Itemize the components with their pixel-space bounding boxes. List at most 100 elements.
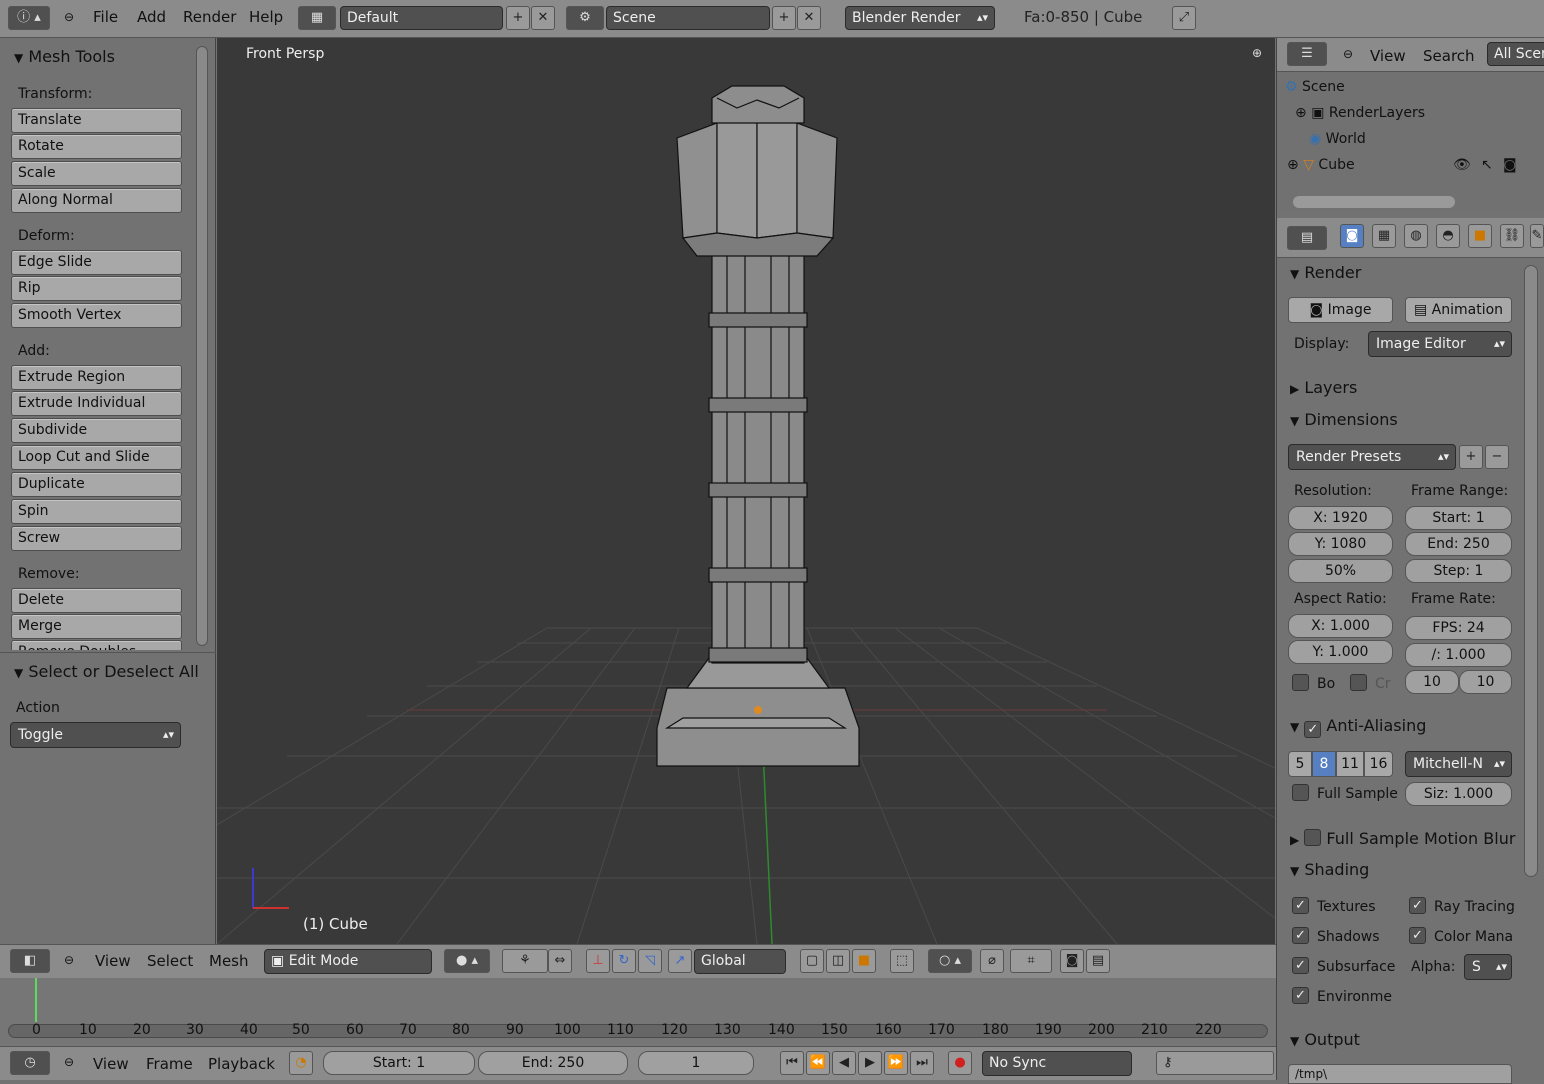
viewport-shading-icon[interactable]: ● ▴ [444, 949, 490, 973]
info-editor-icon[interactable]: ⓘ ▴ [8, 6, 50, 30]
outliner-row-renderlayers[interactable]: ⊕ ▣ RenderLayers [1295, 105, 1425, 121]
scale-button[interactable]: Scale [11, 161, 182, 186]
snap-toggle-icon[interactable]: ⌀ [980, 949, 1004, 973]
translate-button[interactable]: Translate [11, 108, 182, 133]
menu-help[interactable]: Help [249, 8, 283, 26]
motion-blur-checkbox[interactable] [1304, 829, 1322, 846]
ray-tracing-checkbox[interactable]: ✓ [1409, 897, 1426, 914]
display-dropdown[interactable]: Image Editor ▴▾ [1368, 331, 1512, 357]
delete-button[interactable]: Delete [11, 588, 182, 613]
translate-manipulator-icon[interactable]: ⊥ [586, 949, 610, 973]
collapse-icon[interactable]: ⊖ [64, 1055, 74, 1069]
start-frame-field[interactable]: Start: 1 [323, 1051, 475, 1075]
loop-cut-button[interactable]: Loop Cut and Slide [11, 445, 182, 470]
jump-end-icon[interactable]: ⏭ [910, 1051, 934, 1075]
record-icon[interactable]: ● [948, 1051, 972, 1075]
outliner-filter-dropdown[interactable]: All Scenes [1487, 42, 1544, 66]
keying-icon[interactable]: ⚷ [1156, 1051, 1274, 1075]
fullscreen-icon[interactable]: ⤢ [1172, 6, 1196, 30]
action-dropdown[interactable]: Toggle ▴▾ [10, 722, 181, 748]
time-new-field[interactable]: 10 [1459, 670, 1512, 694]
collapse-icon[interactable]: ⊖ [64, 10, 74, 24]
color-management-checkbox[interactable]: ✓ [1409, 927, 1426, 944]
corner-widget-icon[interactable]: ⊕ [1252, 46, 1262, 60]
remove-doubles-button[interactable]: Remove Doubles [11, 640, 182, 650]
subsurface-checkbox[interactable]: ✓ [1292, 957, 1309, 974]
aa-filter-dropdown[interactable]: Mitchell-N ▴▾ [1405, 751, 1512, 777]
merge-button[interactable]: Merge [11, 614, 182, 639]
add-preset-icon[interactable]: + [1459, 445, 1483, 469]
render-context-icon[interactable]: ◙ [1340, 224, 1364, 248]
extrude-region-button[interactable]: Extrude Region [11, 365, 182, 390]
operator-title[interactable]: ▼ Select or Deselect All [14, 662, 199, 681]
frame-step-field[interactable]: Step: 1 [1405, 559, 1512, 583]
object-context-icon[interactable]: ■ [1468, 224, 1492, 248]
world-context-icon[interactable]: ◓ [1436, 224, 1460, 248]
constraints-context-icon[interactable]: ⛓ [1500, 224, 1524, 248]
end-frame-field[interactable]: End: 250 [478, 1051, 628, 1075]
full-sample-checkbox[interactable] [1292, 784, 1309, 801]
frame-end-field[interactable]: End: 250 [1405, 532, 1512, 556]
menu-view[interactable]: View [93, 1055, 129, 1073]
layout-icon[interactable]: ▦ [298, 6, 336, 30]
collapse-icon[interactable]: ⊖ [1343, 47, 1353, 61]
menu-frame[interactable]: Frame [146, 1055, 193, 1073]
scene-field[interactable]: Scene [606, 6, 770, 30]
screw-button[interactable]: Screw [11, 526, 182, 551]
menu-render[interactable]: Render [183, 8, 236, 26]
face-select-icon[interactable]: ■ [852, 949, 876, 973]
menu-search[interactable]: Search [1423, 47, 1475, 65]
motion-blur-section-title[interactable]: ▶ Full Sample Motion Blur [1290, 827, 1515, 848]
crop-checkbox[interactable] [1350, 674, 1367, 691]
menu-mesh[interactable]: Mesh [209, 952, 249, 970]
output-section-title[interactable]: ▼ Output [1290, 1030, 1360, 1049]
outliner-row-world[interactable]: ◉ World [1309, 131, 1366, 147]
menu-view[interactable]: View [95, 952, 131, 970]
jump-keyframe-forward-icon[interactable]: ⏩ [884, 1051, 908, 1075]
orientation-icon[interactable]: ↗ [668, 949, 692, 973]
menu-file[interactable]: File [93, 8, 118, 26]
menu-add[interactable]: Add [137, 8, 166, 26]
remove-layout-icon[interactable]: ✕ [531, 6, 555, 30]
scene-context-icon[interactable]: ◍ [1404, 224, 1428, 248]
orientation-dropdown[interactable]: Global [694, 949, 786, 974]
fps-base-field[interactable]: /: 1.000 [1405, 643, 1512, 667]
properties-scrollbar[interactable] [1524, 265, 1538, 877]
mode-dropdown[interactable]: ▣ Edit Mode [264, 949, 432, 974]
render-still-icon[interactable]: ◙ [1060, 949, 1084, 973]
viewport-3d[interactable]: Front Persp ⊕ (1) Cube [217, 38, 1275, 944]
selectable-cursor-icon[interactable]: ↖ [1481, 157, 1493, 173]
edge-select-icon[interactable]: ◫ [826, 949, 850, 973]
aspect-y-field[interactable]: Y: 1.000 [1288, 640, 1393, 664]
extrude-individual-button[interactable]: Extrude Individual [11, 391, 182, 416]
dimensions-section-title[interactable]: ▼ Dimensions [1290, 410, 1398, 429]
jump-start-icon[interactable]: ⏮ [780, 1051, 804, 1075]
menu-playback[interactable]: Playback [208, 1055, 275, 1073]
preview-range-icon[interactable]: ◔ [289, 1051, 313, 1075]
jump-keyframe-back-icon[interactable]: ⏪ [806, 1051, 830, 1075]
menu-view[interactable]: View [1370, 47, 1406, 65]
sync-dropdown[interactable]: No Sync [982, 1051, 1132, 1076]
render-layers-context-icon[interactable]: ▦ [1372, 224, 1396, 248]
shading-section-title[interactable]: ▼ Shading [1290, 860, 1369, 879]
snap-element-icon[interactable]: ⌗ [1010, 949, 1052, 973]
render-anim-icon[interactable]: ▤ [1086, 949, 1110, 973]
resolution-y-field[interactable]: Y: 1080 [1288, 532, 1393, 556]
anti-aliasing-section-title[interactable]: ▼ ✓ Anti-Aliasing [1290, 716, 1426, 738]
remove-preset-icon[interactable]: − [1485, 445, 1509, 469]
render-image-button[interactable]: ◙ Image [1288, 297, 1393, 323]
along-normal-button[interactable]: Along Normal [11, 188, 182, 213]
aa-size-field[interactable]: Siz: 1.000 [1405, 782, 1512, 806]
pivot-icon[interactable]: ⚘ [502, 949, 548, 973]
outliner-scrollbar[interactable] [1293, 196, 1455, 208]
scrollbar[interactable] [196, 46, 208, 646]
duplicate-button[interactable]: Duplicate [11, 472, 182, 497]
manipulator-icon[interactable]: ⇔ [548, 949, 572, 973]
add-layout-icon[interactable]: + [506, 6, 530, 30]
occlude-icon[interactable]: ⬚ [890, 949, 914, 973]
shadows-checkbox[interactable]: ✓ [1292, 927, 1309, 944]
proportional-icon[interactable]: ○ ▴ [928, 949, 972, 973]
render-animation-button[interactable]: ▤ Animation [1405, 297, 1512, 323]
resolution-x-field[interactable]: X: 1920 [1288, 506, 1393, 530]
render-presets-dropdown[interactable]: Render Presets ▴▾ [1288, 444, 1456, 470]
